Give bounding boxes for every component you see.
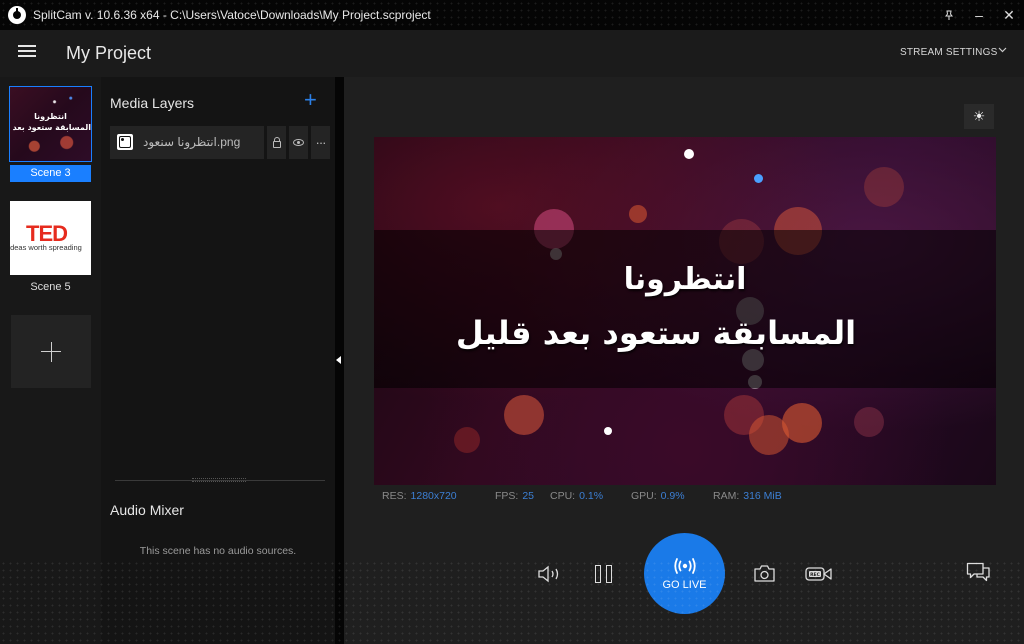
brightness-icon: ☀ — [972, 108, 986, 124]
layer-name: انتظرونا سنعود.png — [143, 135, 241, 149]
media-layers-title: Media Layers — [110, 95, 195, 111]
stage-area: ☀ انتظرونا المسابقة ستعود بعد قليل RES: 1… — [344, 77, 1024, 644]
ram-label: RAM: — [713, 490, 740, 502]
pin-icon — [945, 10, 953, 20]
pin-button[interactable] — [934, 0, 964, 30]
audio-empty-message: This scene has no audio sources. — [139, 545, 297, 557]
preview-canvas[interactable]: انتظرونا المسابقة ستعود بعد قليل — [374, 137, 996, 485]
stream-settings-button[interactable]: STREAM SETTINGS — [900, 47, 997, 58]
splitcam-logo-icon — [8, 6, 26, 24]
lock-button[interactable] — [267, 126, 286, 159]
scene-label: Scene 5 — [30, 281, 71, 293]
ram-value: 316 MiB — [743, 490, 782, 502]
visibility-button[interactable] — [289, 126, 308, 159]
window-title: SplitCam v. 10.6.36 x64 - C:\Users\Vatoc… — [33, 8, 431, 22]
minimize-button[interactable]: – — [964, 0, 994, 30]
lock-icon — [272, 137, 281, 148]
preview-subline: المسابقة ستعود بعد قليل — [455, 314, 857, 352]
scene-item-5[interactable]: TED Ideas worth spreading Scene 5 — [10, 201, 92, 296]
panel-splitter[interactable] — [335, 77, 344, 644]
scene-thumbnail[interactable]: TED Ideas worth spreading — [10, 201, 91, 275]
gpu-value: 0.9% — [660, 490, 685, 502]
scene-thumbnail[interactable]: انتظرونا المسابقة ستعود بعد قليل — [9, 86, 92, 162]
close-button[interactable]: ✕ — [994, 0, 1024, 30]
scenes-panel: انتظرونا المسابقة ستعود بعد قليل Scene 3… — [0, 77, 101, 644]
cpu-label: CPU: — [550, 490, 576, 502]
layer-item[interactable]: انتظرونا سنعود.png — [110, 126, 264, 159]
dotted-background — [0, 560, 1024, 644]
thumb-text-line1: انتظرونا — [34, 112, 67, 121]
preview-headline: انتظرونا — [623, 262, 747, 297]
scene-item-3[interactable]: انتظرونا المسابقة ستعود بعد قليل Scene 3 — [9, 86, 92, 182]
text-band — [374, 230, 996, 388]
gpu-label: GPU: — [631, 490, 657, 502]
layers-panel: Media Layers + انتظرونا سنعود.png ··· Au… — [101, 77, 335, 644]
audio-mixer-title: Audio Mixer — [110, 502, 184, 518]
add-layer-button[interactable]: + — [304, 89, 317, 111]
add-scene-button[interactable] — [11, 315, 91, 388]
image-icon — [117, 134, 133, 150]
fps-label: FPS: — [495, 490, 519, 502]
scene-label: Scene 3 — [10, 165, 91, 182]
eye-icon — [293, 139, 304, 146]
res-label: RES: — [382, 490, 407, 502]
brightness-button[interactable]: ☀ — [964, 104, 994, 129]
project-title: My Project — [66, 43, 152, 63]
app-header: My Project STREAM SETTINGS — [0, 30, 1024, 77]
hamburger-menu-icon[interactable] — [18, 45, 36, 59]
more-options-button[interactable]: ··· — [311, 126, 330, 159]
chevron-down-icon[interactable] — [998, 44, 1007, 56]
res-value: 1280x720 — [410, 490, 457, 502]
fps-value: 25 — [522, 490, 535, 502]
thumb-text-line2: المسابقة ستعود بعد قليل — [10, 123, 91, 132]
resize-handle[interactable] — [192, 478, 246, 482]
title-bar: SplitCam v. 10.6.36 x64 - C:\Users\Vatoc… — [0, 0, 1024, 30]
collapse-arrow-icon[interactable] — [336, 356, 341, 364]
ted-tagline: Ideas worth spreading — [10, 243, 82, 252]
cpu-value: 0.1% — [579, 490, 604, 502]
